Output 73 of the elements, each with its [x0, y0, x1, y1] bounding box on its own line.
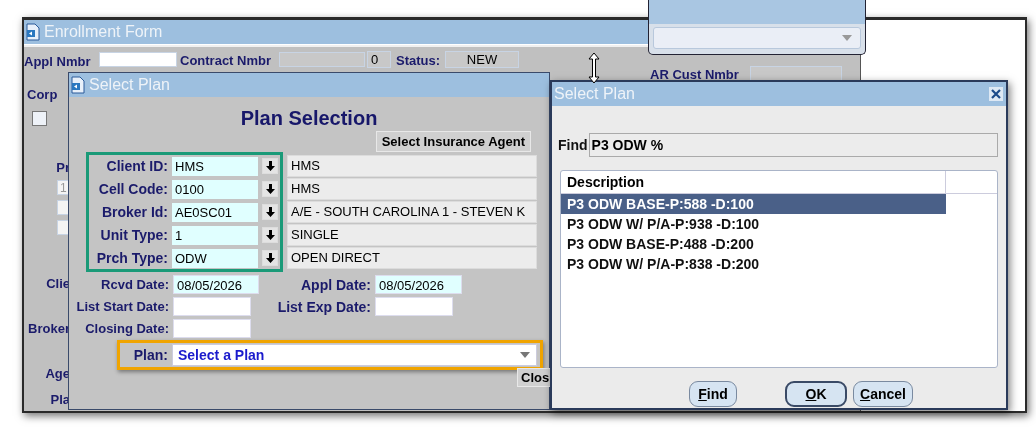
- count-field: 0: [367, 51, 391, 68]
- field-label: Clie: [45, 276, 70, 291]
- status-field: NEW: [445, 51, 519, 68]
- list-item[interactable]: P3 ODW BASE-P:488 -D:200: [561, 234, 946, 254]
- field-label: Unit Type:: [99, 227, 168, 243]
- close-icon: [991, 89, 1001, 99]
- input-field[interactable]: 08/05/2026: [375, 275, 462, 294]
- field-label: Contract Nmbr: [180, 53, 271, 68]
- lookup-button[interactable]: [262, 227, 278, 243]
- input-field[interactable]: 08/05/2026: [173, 275, 259, 294]
- dialog-button[interactable]: Cancel: [853, 381, 913, 407]
- close-button[interactable]: [989, 87, 1003, 101]
- field-label: List Exp Date:: [276, 298, 371, 315]
- list-item[interactable]: P3 ODW W/ P/A-P:838 -D:200: [561, 254, 946, 274]
- input-field[interactable]: 0100: [172, 179, 258, 199]
- search-field[interactable]: P3 ODW %: [588, 133, 998, 157]
- field-label: Status:: [396, 53, 441, 68]
- field-label: Rcvd Date:: [100, 277, 169, 292]
- list-item[interactable]: P3 ODW W/ P/A-P:938 -D:100: [561, 214, 946, 234]
- input-field[interactable]: ODW: [172, 248, 258, 268]
- field-label: Closing Date:: [84, 321, 169, 336]
- input-field[interactable]: 1: [172, 225, 258, 245]
- description-field: HMS: [287, 178, 537, 200]
- lookup-button[interactable]: [262, 181, 278, 197]
- resize-cursor-icon: [588, 52, 600, 84]
- list-item[interactable]: P3 ODW BASE-P:588 -D:100: [561, 194, 946, 214]
- down-arrow-icon: [265, 230, 275, 240]
- field-label: Age: [44, 366, 70, 381]
- description-field: A/E - SOUTH CAROLINA 1 - STEVEN K: [287, 201, 537, 223]
- dialog-button[interactable]: Find: [689, 381, 737, 407]
- down-arrow-icon: [265, 207, 275, 217]
- window-title: Select Plan: [89, 76, 170, 94]
- field-label: Broker: [27, 321, 70, 336]
- input-field[interactable]: AE0SC01: [172, 202, 258, 222]
- field-label: Appl Nmbr: [24, 54, 91, 69]
- down-arrow-icon: [265, 253, 275, 263]
- input-field[interactable]: [173, 297, 251, 316]
- field-label: Appl Date:: [300, 276, 371, 293]
- field-label: Prch Type:: [95, 250, 168, 266]
- input-field[interactable]: HMS: [172, 156, 258, 176]
- field-label: Broker Id:: [100, 204, 168, 220]
- down-arrow-icon: [265, 184, 275, 194]
- down-arrow-icon: [265, 161, 275, 171]
- close-button[interactable]: Clos: [517, 368, 551, 387]
- plan-dropdown[interactable]: Select a Plan: [172, 344, 537, 366]
- description-field: OPEN DIRECT: [287, 247, 537, 269]
- column-header: Description: [561, 171, 946, 193]
- field-label: Plan:: [132, 347, 168, 363]
- caret-icon: [520, 352, 530, 358]
- ok-button[interactable]: OK: [785, 381, 847, 407]
- agent-button[interactable]: Select Insurance Agent: [375, 131, 531, 152]
- caret-icon: [842, 35, 852, 41]
- document-icon: [71, 76, 85, 94]
- field-label: Corp: [27, 87, 58, 102]
- field-label: List Start Date:: [75, 299, 169, 314]
- lookup-button[interactable]: [262, 204, 278, 220]
- lookup-button[interactable]: [262, 158, 278, 174]
- input-field[interactable]: [173, 319, 251, 338]
- form-heading: Plan Selection: [239, 107, 379, 130]
- lookup-button[interactable]: [262, 250, 278, 266]
- input-field[interactable]: [279, 52, 365, 67]
- field-label: AR Cust Nmbr: [650, 67, 739, 82]
- input-field[interactable]: [375, 297, 453, 316]
- field-label: Client ID:: [105, 158, 168, 174]
- window-title: Select Plan: [554, 85, 635, 103]
- input-field[interactable]: [99, 52, 177, 67]
- description-field: HMS: [287, 155, 537, 177]
- document-icon: [26, 23, 40, 41]
- window-title: Enrollment Form: [44, 23, 163, 41]
- description-field: SINGLE: [287, 224, 537, 246]
- field-label: Find: [558, 137, 588, 153]
- checkbox[interactable]: [32, 111, 47, 126]
- field-label: Cell Code:: [97, 181, 168, 197]
